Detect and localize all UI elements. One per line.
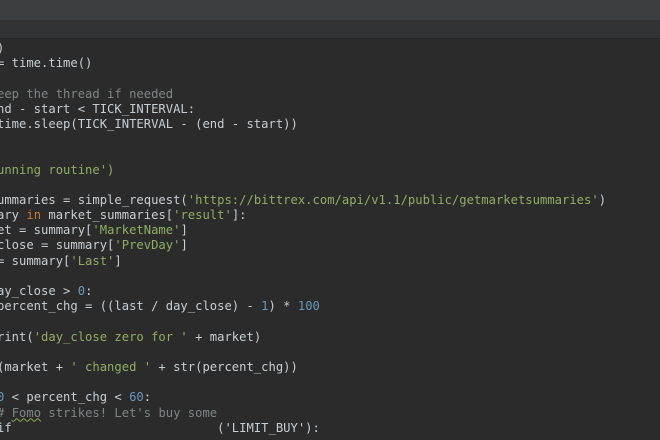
code-token: 0 — [77, 284, 86, 298]
code-token: + str(percent_chg)) — [151, 359, 298, 374]
code-token: ary — [0, 208, 20, 223]
code-line[interactable]: = summary['Last'] — [0, 254, 606, 269]
code-token: ) — [598, 192, 607, 207]
code-line[interactable]: close = summary['PrevDay'] — [0, 238, 606, 253]
code-token: ] — [180, 223, 188, 238]
ide-window: )= time.time() eep the thread if neededn… — [0, 0, 660, 440]
code-line[interactable]: ) — [0, 41, 606, 56]
code-line[interactable] — [0, 314, 606, 329]
code-line[interactable] — [0, 375, 606, 390]
code-token: < percent_chg < — [4, 390, 130, 405]
editor-toolbar — [0, 0, 660, 20]
code-line[interactable] — [0, 132, 606, 147]
code-line[interactable] — [0, 71, 606, 86]
code-line[interactable]: ummaries = simple_request('https://bittr… — [0, 193, 606, 208]
code-token: 'PrevDay' — [114, 238, 181, 253]
code-line[interactable]: rint('day_close zero for ' + market) — [0, 330, 606, 345]
code-token: market_summaries[ — [41, 208, 174, 223]
code-line[interactable]: 0 < percent_chg < 60: — [0, 390, 606, 405]
code-line[interactable]: nd - start < TICK_INTERVAL: — [0, 102, 606, 117]
code-line[interactable] — [0, 345, 606, 360]
code-token: et = summary[ — [0, 223, 93, 238]
code-token: ) * — [268, 299, 298, 314]
code-token: unning routine') — [0, 162, 115, 177]
code-token: = time.time() — [0, 56, 93, 71]
code-token: percent_chg = ((last / day_close) - — [0, 299, 262, 314]
code-token: 100 — [297, 299, 320, 314]
code-token: : — [143, 390, 152, 405]
code-token: # — [0, 406, 12, 420]
code-token: strikes! Let's buy some — [41, 405, 218, 420]
code-line[interactable]: ay_close > 0: — [0, 284, 606, 299]
code-line[interactable]: unning routine') — [0, 163, 606, 178]
code-line[interactable]: ary in market_summaries['result']: — [0, 208, 606, 223]
code-line[interactable]: eep the thread if needed — [0, 87, 606, 102]
code-line[interactable]: time.sleep(TICK_INTERVAL - (end - start)… — [0, 117, 606, 132]
code-token: + market) — [187, 329, 262, 344]
code-token: ] — [180, 238, 188, 253]
code-token: 'MarketName' — [92, 223, 181, 238]
editor-tab-strip — [0, 20, 660, 39]
code-token: ]: — [231, 208, 247, 223]
code-token: rint( — [0, 329, 34, 344]
code-token: ' changed ' — [70, 359, 152, 374]
code-text[interactable]: )= time.time() eep the thread if neededn… — [0, 41, 606, 436]
code-token: = summary[ — [0, 253, 71, 268]
code-token: 60 — [129, 390, 144, 405]
code-token: nd - start < TICK_INTERVAL: — [0, 101, 196, 116]
code-token: 'Last' — [70, 253, 115, 268]
code-token: : — [85, 284, 93, 298]
code-line[interactable]: = time.time() — [0, 56, 606, 71]
code-line[interactable] — [0, 147, 606, 162]
code-token: in — [26, 208, 42, 223]
code-token: if ('LIMIT_BUY'): — [0, 420, 320, 435]
code-token: ) — [0, 41, 4, 55]
code-line[interactable]: (market + ' changed ' + str(percent_chg)… — [0, 360, 606, 375]
code-line[interactable]: # Fomo strikes! Let's buy some — [0, 406, 606, 421]
code-token: close = summary[ — [0, 238, 115, 253]
code-line[interactable] — [0, 269, 606, 284]
code-token: time.sleep(TICK_INTERVAL - (end - start)… — [0, 116, 298, 131]
code-token: ummaries = simple_request( — [0, 192, 188, 207]
code-token: ] — [114, 253, 122, 268]
code-token: 'day_close zero for ' — [33, 329, 188, 344]
code-token: 'result' — [173, 208, 232, 223]
code-token: 'https://bittrex.com/api/v1.1/public/get… — [187, 192, 599, 207]
code-token: Fomo — [11, 405, 42, 420]
code-line[interactable]: et = summary['MarketName'] — [0, 223, 606, 238]
code-line[interactable] — [0, 178, 606, 193]
code-token: 1 — [261, 299, 269, 314]
code-token: (market + — [0, 359, 71, 374]
code-editor[interactable]: )= time.time() eep the thread if neededn… — [0, 39, 660, 440]
code-token: ay_close > — [0, 284, 78, 298]
code-token: eep the thread if needed — [0, 86, 174, 101]
code-line[interactable]: if ('LIMIT_BUY'): — [0, 421, 606, 436]
code-line[interactable]: percent_chg = ((last / day_close) - 1) *… — [0, 299, 606, 314]
